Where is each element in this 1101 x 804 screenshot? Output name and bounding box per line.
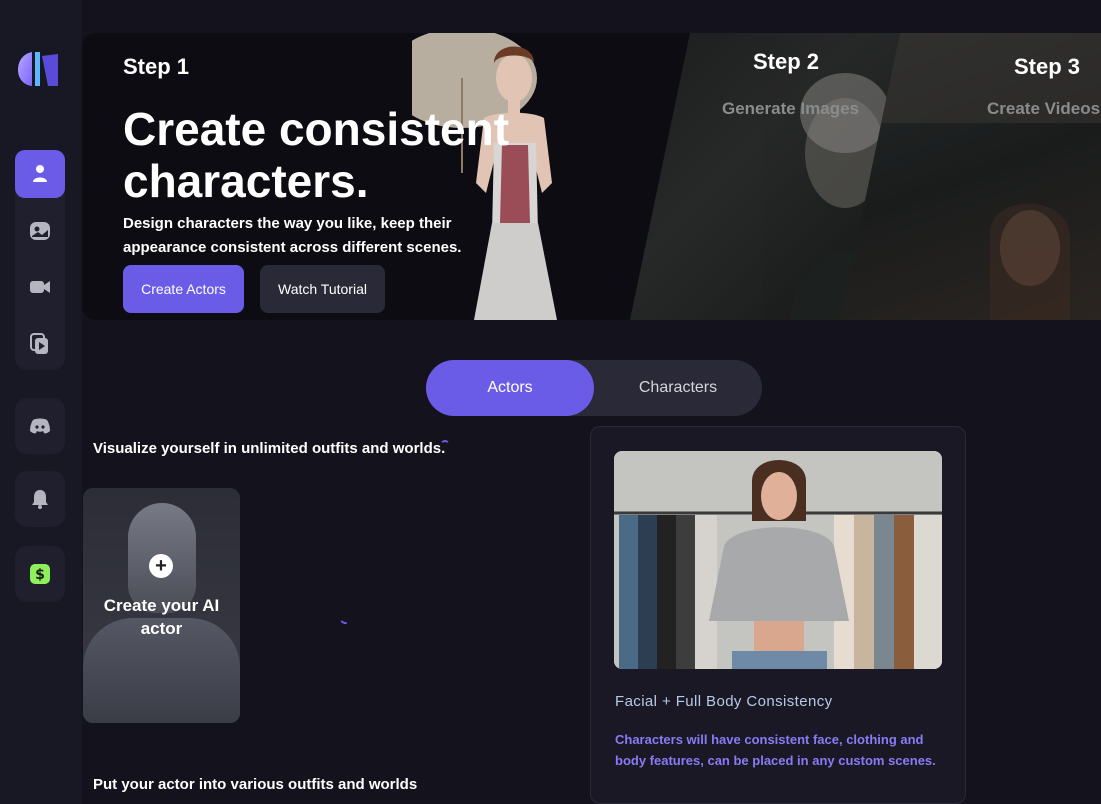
bell-icon (32, 490, 48, 509)
video-copy-icon (30, 333, 48, 354)
dollar-icon: $ (30, 564, 50, 584)
image-icon (30, 222, 50, 240)
discord-icon (30, 418, 50, 434)
loading-spinner (338, 612, 352, 626)
feature-image (614, 451, 942, 669)
step2-label: Step 2 (753, 49, 820, 74)
hero-title: Create consistent characters. (123, 103, 510, 207)
create-actor-label: Create your AI actor (103, 596, 220, 638)
step3-label: Step 3 (1014, 54, 1081, 79)
clothing-rack-photo (614, 451, 942, 669)
nav-videos[interactable] (15, 263, 65, 311)
watch-tutorial-button[interactable]: Watch Tutorial (260, 265, 385, 313)
video-camera-icon (30, 281, 50, 293)
discord-button[interactable] (15, 398, 65, 454)
pricing-button[interactable]: $ (15, 546, 65, 602)
hero-description: Design characters the way you like, keep… (123, 215, 462, 256)
step1-label: Step 1 (123, 54, 190, 79)
app-logo[interactable] (18, 50, 60, 88)
nav-group (15, 150, 65, 370)
nav-actors[interactable] (15, 150, 65, 198)
create-actor-card[interactable]: + Create your AI actor (83, 488, 240, 723)
plus-icon: + (149, 554, 173, 578)
outfits-heading: Put your actor into various outfits and … (93, 776, 418, 793)
nav-images[interactable] (15, 207, 65, 255)
step2-subtitle: Generate Images (722, 99, 860, 118)
tab-actors[interactable]: Actors (426, 360, 594, 416)
nav-video-library[interactable] (15, 320, 65, 368)
svg-text:$: $ (35, 567, 45, 583)
notifications-button[interactable] (15, 471, 65, 527)
sidebar: $ (0, 0, 82, 804)
loading-spinner (440, 440, 450, 450)
feature-title: Facial + Full Body Consistency (615, 693, 833, 710)
visualize-heading: Visualize yourself in unlimited outfits … (93, 440, 446, 457)
user-icon (33, 165, 47, 182)
actors-characters-toggle: Actors Characters (426, 360, 762, 416)
create-actors-button[interactable]: Create Actors (123, 265, 244, 313)
feature-card: Facial + Full Body Consistency Character… (590, 426, 966, 804)
step3-subtitle: Create Videos (987, 99, 1101, 118)
tab-characters[interactable]: Characters (594, 360, 762, 416)
hero-banner: Step 1 Step 2 Generate Images Step 3 Cre… (82, 33, 1101, 320)
feature-description: Characters will have consistent face, cl… (615, 732, 936, 768)
